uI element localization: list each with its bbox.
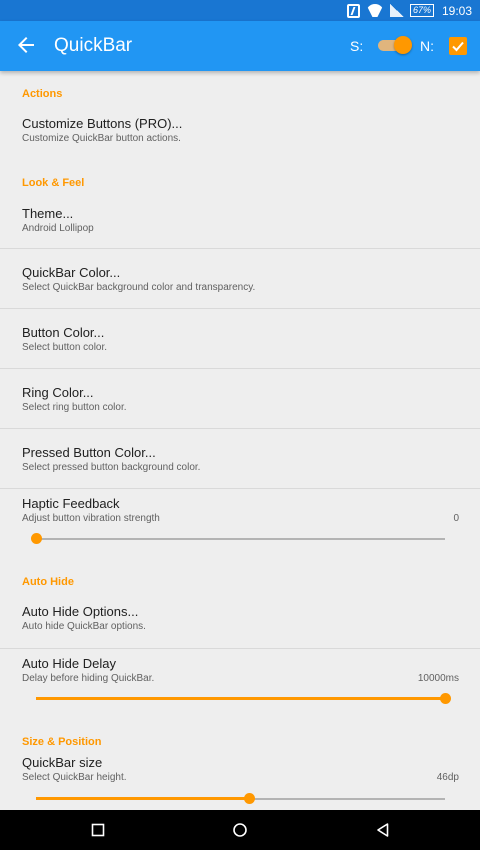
n-checkbox[interactable] (449, 37, 467, 55)
pref-title: Haptic Feedback (22, 496, 120, 511)
pref-title: QuickBar Color... (22, 265, 121, 280)
home-icon[interactable] (232, 822, 248, 838)
n-label: N: (420, 38, 434, 54)
recents-icon[interactable] (90, 822, 106, 838)
slider-fill (36, 697, 445, 700)
quickbar-size-slider[interactable] (36, 792, 445, 806)
pref-summary: Customize QuickBar button actions. (22, 133, 181, 144)
slider-thumb[interactable] (440, 693, 451, 704)
pref-auto-hide-options[interactable]: Auto Hide Options... Auto hide QuickBar … (0, 593, 480, 648)
pref-haptic-feedback: Haptic Feedback Adjust button vibration … (0, 489, 480, 554)
section-header-size-position: Size & Position (22, 736, 102, 748)
app-title: QuickBar (54, 35, 133, 56)
pref-summary: Select QuickBar height. (22, 772, 127, 783)
status-icons: 67% 19:03 (346, 2, 472, 19)
toggle-thumb (394, 36, 412, 54)
auto-hide-delay-slider[interactable] (36, 692, 451, 706)
pref-summary: Auto hide QuickBar options. (22, 621, 146, 632)
slider-fill (36, 797, 249, 800)
back-arrow-icon[interactable] (16, 35, 36, 55)
pref-pressed-button-color[interactable]: Pressed Button Color... Select pressed b… (0, 429, 480, 488)
pref-summary: Adjust button vibration strength (22, 513, 160, 524)
pref-title: Theme... (22, 206, 74, 221)
pref-button-color[interactable]: Button Color... Select button color. (0, 309, 480, 368)
pref-value: 10000ms (417, 673, 459, 684)
s-toggle-switch[interactable] (376, 36, 412, 54)
slider-rail (36, 538, 445, 540)
section-header-look-feel: Look & Feel (22, 177, 85, 189)
wifi-icon (366, 4, 384, 17)
section-header-actions: Actions (22, 88, 63, 100)
pref-title: QuickBar size (22, 755, 103, 770)
clock: 19:03 (441, 3, 472, 18)
pref-theme[interactable]: Theme... Android Lollipop (0, 195, 480, 248)
pref-customize-buttons[interactable]: Customize Buttons (PRO)... Customize Qui… (0, 105, 480, 155)
s-label: S: (350, 38, 364, 54)
battery-icon: 67% (409, 4, 434, 17)
slider-thumb[interactable] (243, 793, 255, 804)
section-header-auto-hide: Auto Hide (22, 576, 74, 588)
battery-level: 67 (412, 5, 423, 15)
pref-title: Button Color... (22, 325, 105, 340)
slider-thumb[interactable] (31, 533, 42, 544)
status-bar: 67% 19:03 (0, 0, 480, 21)
pref-title: Auto Hide Delay (22, 656, 116, 671)
pref-value: 0 (453, 513, 459, 524)
pref-summary: Select QuickBar background color and tra… (22, 282, 256, 293)
back-icon[interactable] (375, 822, 391, 838)
pref-summary: Android Lollipop (22, 223, 94, 234)
pref-quickbar-size: QuickBar size Select QuickBar height. 46… (0, 749, 480, 810)
pref-title: Auto Hide Options... (22, 604, 139, 619)
pref-summary: Select pressed button background color. (22, 462, 201, 473)
pref-auto-hide-delay: Auto Hide Delay Delay before hiding Quic… (0, 649, 480, 715)
pref-summary: Select ring button color. (22, 402, 127, 413)
check-icon (452, 41, 464, 52)
pref-title: Pressed Button Color... (22, 445, 156, 460)
pref-title: Customize Buttons (PRO)... (22, 116, 183, 131)
pref-value: 46dp (436, 772, 459, 783)
pref-title: Ring Color... (22, 385, 94, 400)
pref-summary: Delay before hiding QuickBar. (22, 673, 155, 684)
navigation-bar (0, 810, 480, 850)
pref-summary: Select button color. (22, 342, 108, 353)
preferences-list[interactable]: Actions Customize Buttons (PRO)... Custo… (0, 71, 480, 810)
pref-ring-color[interactable]: Ring Color... Select ring button color. (0, 369, 480, 428)
pref-quickbar-color[interactable]: QuickBar Color... Select QuickBar backgr… (0, 249, 480, 308)
haptic-slider[interactable] (31, 532, 445, 546)
nfc-icon (346, 3, 360, 18)
signal-icon (389, 4, 404, 17)
app-bar: QuickBar S: N: (0, 21, 480, 71)
